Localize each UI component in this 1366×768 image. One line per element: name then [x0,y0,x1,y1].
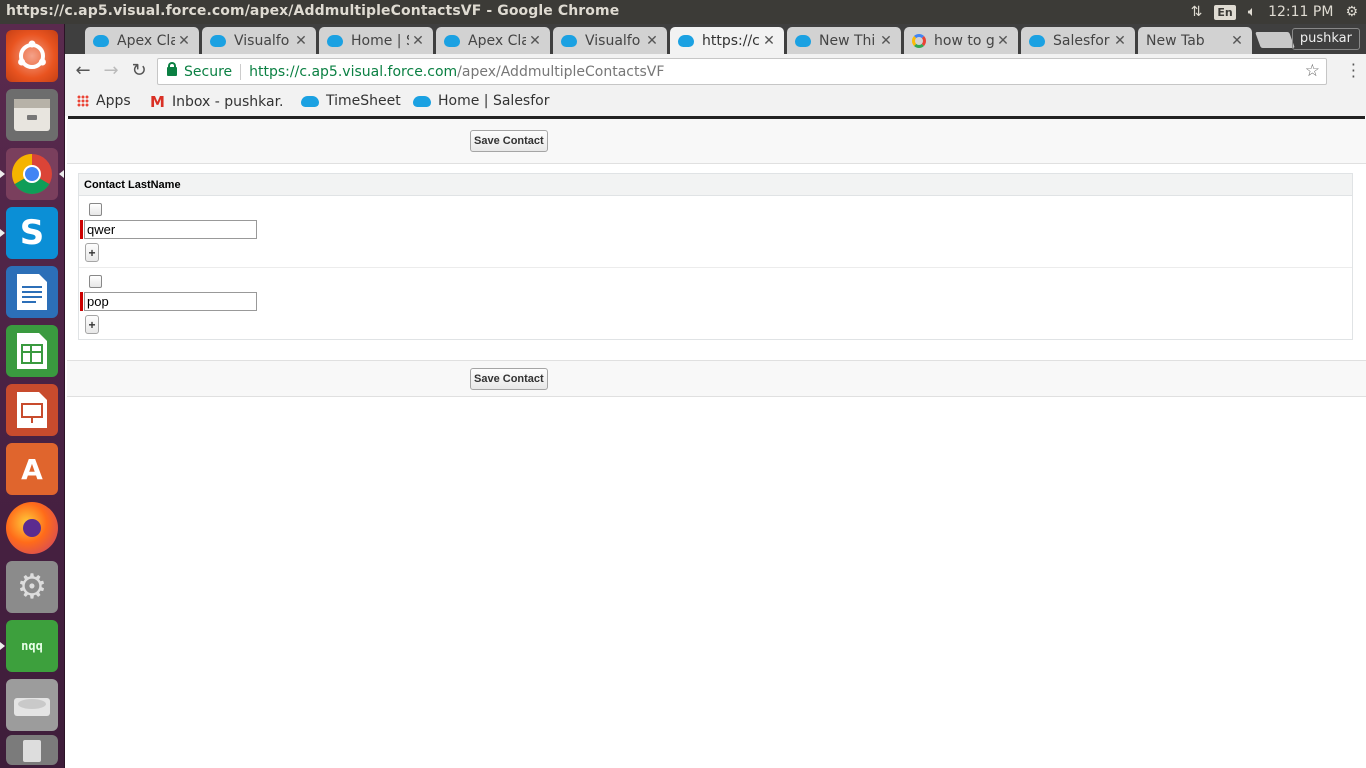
salesforce-cloud-icon [561,34,577,47]
tab-home-salesforce-1[interactable]: Home | S ✕ [319,27,433,54]
tab-visualforce-1[interactable]: Visualfo ✕ [202,27,316,54]
volume-icon[interactable]: 🔈︎ [1248,4,1256,20]
disk-icon[interactable] [6,679,58,731]
writer-icon[interactable] [6,266,58,318]
bookmarks-bar: Apps M Inbox - pushkar. TimeSheet Home |… [65,88,1366,116]
close-tab-icon[interactable]: ✕ [877,33,895,49]
close-tab-icon[interactable]: ✕ [1228,33,1246,49]
salesforce-cloud-icon [444,34,460,47]
new-tab-button[interactable] [1255,32,1295,48]
salesforce-cloud-icon [93,34,109,47]
google-icon [912,33,926,48]
firefox-icon[interactable] [6,502,58,554]
url-path: /apex/AddmultipleContactsVF [457,63,665,80]
tab-visualforce-2[interactable]: Visualfo ✕ [553,27,667,54]
required-field-marker [80,220,83,239]
close-tab-icon[interactable]: ✕ [292,33,310,49]
ubuntu-dash-icon[interactable] [6,30,58,82]
skype-icon[interactable]: S [0,207,58,259]
tab-apex-class-2[interactable]: Apex Cla ✕ [436,27,550,54]
back-arrow-icon[interactable]: ← [72,60,94,82]
save-contact-button-bottom[interactable]: Save Contact [470,368,548,390]
save-contact-button-top[interactable]: Save Contact [470,130,548,152]
gmail-icon: M [150,93,165,111]
lock-icon [167,62,177,76]
close-tab-icon[interactable]: ✕ [643,33,661,49]
software-center-icon[interactable]: A [6,443,58,495]
browser-tab-strip: Apex Cla ✕ Visualfo ✕ Home | S ✕ Apex Cl… [65,24,1366,54]
row-select-checkbox[interactable] [89,275,102,288]
required-field-marker [80,292,83,311]
bookmark-timesheet[interactable]: TimeSheet [301,93,401,109]
impress-icon[interactable] [6,384,58,436]
bookmark-apps[interactable]: Apps [77,93,131,109]
url-host: https://c.ap5.visual.force.com [249,63,458,80]
browser-toolbar: ← → ↻ Secure https://c.ap5.visual.force.… [65,54,1366,88]
salesforce-cloud-icon [301,95,319,107]
apps-grid-icon [77,95,89,107]
reload-icon[interactable]: ↻ [128,60,150,82]
clock[interactable]: 12:11 PM [1268,4,1333,20]
calc-icon[interactable] [6,325,58,377]
close-tab-icon[interactable]: ✕ [994,33,1012,49]
tab-new-thing[interactable]: New Thi ✕ [787,27,901,54]
forward-arrow-icon[interactable]: → [100,60,122,82]
last-name-input[interactable] [84,292,257,311]
column-header-contact-lastname: Contact LastName [79,174,1352,196]
nqq-icon[interactable]: nqq [0,620,58,672]
top-button-bar: Save Contact [67,119,1366,164]
close-tab-icon[interactable]: ✕ [1111,33,1129,49]
bookmark-star-icon[interactable]: ☆ [1305,61,1320,81]
salesforce-cloud-icon [327,34,343,47]
add-row-button[interactable]: + [85,243,99,262]
unity-launcher: S A ⚙ nqq [0,24,65,768]
keyboard-layout-indicator[interactable]: En [1214,4,1236,20]
tab-apex-class-1[interactable]: Apex Cla ✕ [85,27,199,54]
system-tools-icon[interactable]: ⚙ [6,561,58,613]
system-top-bar: https://c.ap5.visual.force.com/apex/Addm… [0,0,1366,24]
tab-salesforce[interactable]: Salesfor ✕ [1021,27,1135,54]
tab-active-add-multiple-contacts[interactable]: https://c ✕ [670,27,784,54]
files-icon[interactable] [6,89,58,141]
close-tab-icon[interactable]: ✕ [409,33,427,49]
tab-new-tab[interactable]: New Tab ✕ [1138,27,1252,54]
last-name-input[interactable] [84,220,257,239]
close-tab-icon[interactable]: ✕ [526,33,544,49]
bookmark-gmail-inbox[interactable]: M Inbox - pushkar. [150,93,282,111]
address-bar[interactable]: Secure https://c.ap5.visual.force.com/ap… [157,58,1327,85]
salesforce-cloud-icon [210,34,226,47]
network-icon[interactable]: ⇅ [1191,4,1203,20]
salesforce-cloud-icon [413,95,431,107]
contacts-table: Contact LastName + + [78,173,1353,340]
profile-button[interactable]: pushkar [1291,28,1360,50]
chrome-icon[interactable] [0,148,64,200]
add-row-button[interactable]: + [85,315,99,334]
bottom-button-bar: Save Contact [67,360,1366,397]
row-select-checkbox[interactable] [89,203,102,216]
trash-icon[interactable] [6,735,58,765]
window-title: https://c.ap5.visual.force.com/apex/Addm… [6,3,620,19]
secure-label: Secure [184,63,233,80]
bookmark-home-salesforce[interactable]: Home | Salesfor [413,93,550,109]
visualforce-page: Save Contact Contact LastName + + Save C… [67,119,1366,768]
close-tab-icon[interactable]: ✕ [760,33,778,49]
chrome-menu-icon[interactable]: · · · [1351,57,1356,85]
settings-gear-icon[interactable]: ⚙ [1345,4,1358,20]
salesforce-cloud-icon [795,34,811,47]
tab-google-search[interactable]: how to g ✕ [904,27,1018,54]
close-tab-icon[interactable]: ✕ [175,33,193,49]
salesforce-cloud-icon [678,34,694,47]
salesforce-cloud-icon [1029,34,1045,47]
system-tray: ⇅ En 🔈︎ 12:11 PM ⚙ [1191,0,1358,24]
table-row: + [79,196,1352,268]
table-row: + [79,268,1352,340]
